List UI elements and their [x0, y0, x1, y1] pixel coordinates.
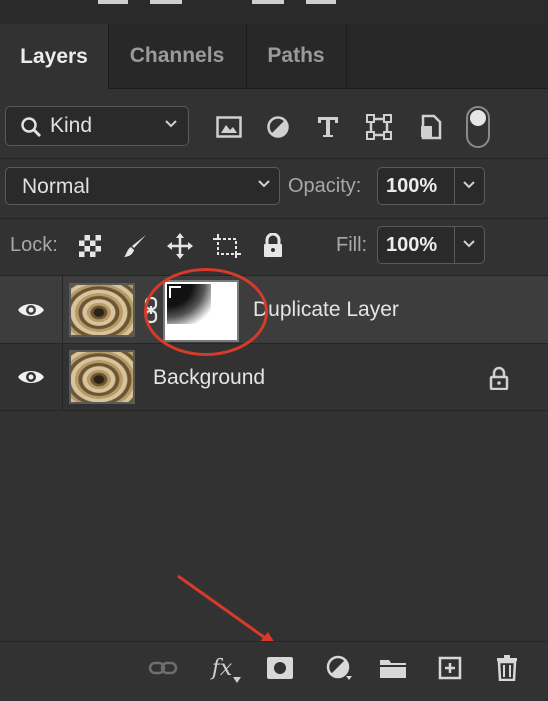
chevron-down-icon	[258, 180, 270, 188]
visibility-eye-icon[interactable]	[0, 344, 63, 410]
chevron-down-icon	[165, 120, 177, 128]
layer-mask-thumbnail[interactable]	[163, 280, 239, 342]
filter-toggle-switch[interactable]	[466, 106, 490, 148]
panel-tab-bar: Layers Channels Paths	[0, 24, 548, 89]
layer-name-duplicate[interactable]: Duplicate Layer	[253, 298, 399, 322]
tab-label: Channels	[129, 44, 225, 67]
layer-style-fx-icon[interactable]: fx	[205, 651, 241, 685]
filter-kind-select[interactable]: Kind	[5, 106, 189, 146]
top-tab-marker	[98, 0, 128, 4]
mask-link-chain-icon[interactable]	[144, 296, 158, 324]
tab-label: Layers	[20, 44, 88, 68]
add-layer-mask-icon[interactable]	[263, 651, 297, 685]
fill-dropdown-button[interactable]	[455, 226, 485, 264]
divider	[0, 158, 548, 159]
delete-layer-trash-icon[interactable]	[490, 651, 524, 685]
top-tab-marker	[252, 0, 284, 4]
tab-label: Paths	[267, 44, 325, 67]
opacity-label: Opacity:	[288, 175, 362, 197]
lock-artboard-nesting-icon[interactable]	[212, 231, 242, 261]
chevron-down-icon	[463, 240, 475, 248]
layer-thumbnail[interactable]	[69, 283, 135, 337]
adjustment-layer-filter-icon[interactable]	[263, 112, 293, 142]
divider	[0, 218, 548, 219]
fx-label: fx	[211, 655, 233, 681]
blend-mode-label: Normal	[22, 175, 90, 198]
layer-thumbnail[interactable]	[69, 350, 135, 404]
fill-value: 100%	[386, 234, 438, 256]
opacity-dropdown-button[interactable]	[455, 167, 485, 205]
shape-layer-filter-icon[interactable]	[364, 112, 394, 142]
chevron-down-icon	[463, 181, 475, 189]
tab-layers[interactable]: Layers	[0, 24, 109, 89]
tab-paths[interactable]: Paths	[246, 24, 347, 88]
visibility-eye-icon[interactable]	[0, 276, 63, 343]
new-layer-icon[interactable]	[433, 651, 467, 685]
toggle-knob	[470, 110, 486, 126]
top-tab-marker	[150, 0, 182, 4]
pixel-layer-filter-icon[interactable]	[214, 112, 244, 142]
opacity-field[interactable]: 100%	[377, 167, 455, 205]
layer-lock-icon	[489, 366, 509, 390]
dropdown-triangle-icon	[233, 677, 241, 683]
blend-mode-select[interactable]: Normal	[5, 167, 280, 205]
new-group-folder-icon[interactable]	[376, 651, 410, 685]
opacity-value: 100%	[386, 175, 438, 197]
search-icon	[21, 117, 42, 138]
top-panel-strip	[0, 0, 548, 25]
fill-label: Fill:	[336, 234, 368, 256]
lock-image-pixels-brush-icon[interactable]	[120, 231, 150, 261]
tab-channels[interactable]: Channels	[108, 24, 247, 88]
type-layer-filter-icon[interactable]	[313, 112, 343, 142]
link-layers-icon[interactable]	[146, 651, 180, 685]
fill-field[interactable]: 100%	[377, 226, 455, 264]
top-tab-marker	[306, 0, 336, 4]
smart-object-filter-icon[interactable]	[416, 112, 446, 142]
lock-all-icon[interactable]	[258, 231, 288, 261]
new-adjustment-layer-icon[interactable]	[322, 651, 356, 685]
mask-selected-corner	[169, 286, 181, 298]
layer-name-background[interactable]: Background	[153, 366, 265, 390]
lock-transparent-pixels-icon[interactable]	[75, 231, 105, 261]
lock-position-move-icon[interactable]	[165, 231, 195, 261]
filter-kind-label: Kind	[50, 114, 93, 137]
lock-label: Lock:	[10, 234, 58, 256]
